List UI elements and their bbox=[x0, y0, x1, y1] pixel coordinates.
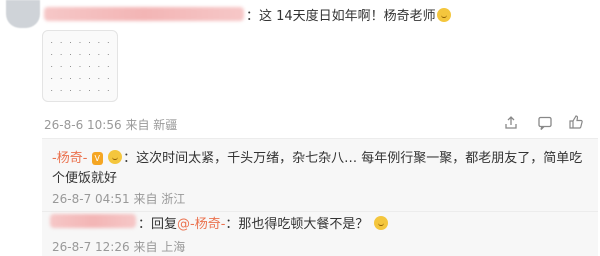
reply-2-line: ：回复@-杨奇-：那也得吃顿大餐不是？ bbox=[138, 213, 389, 232]
sticker-glyph: · bbox=[69, 87, 72, 95]
sticker-glyph: · bbox=[107, 87, 110, 95]
reply-2-meta: 26-8-7 12:26 来自 上海 bbox=[52, 238, 185, 255]
reply-2-author-blurred[interactable] bbox=[50, 214, 136, 228]
sticker-glyph: · bbox=[78, 51, 82, 59]
like-icon[interactable] bbox=[568, 114, 584, 130]
sticker-glyph: · bbox=[88, 39, 91, 47]
sticker-glyph: · bbox=[107, 63, 110, 71]
reply-source: 来自 上海 bbox=[133, 240, 186, 254]
sticker-glyph: · bbox=[78, 39, 82, 47]
comment-text: ：这 14天度日如年啊！杨奇老师 bbox=[246, 5, 452, 24]
reply-author[interactable]: -杨奇- bbox=[52, 151, 87, 166]
sticker-glyph: · bbox=[97, 51, 100, 59]
sticker-glyph: · bbox=[69, 75, 72, 83]
reply-1-line2: 个便饭就好 bbox=[52, 171, 118, 186]
reply-time: 26-8-7 12:26 bbox=[52, 240, 130, 254]
sticker-glyph: · bbox=[88, 87, 91, 95]
reply-list: -杨奇- V ：这次时间太紧，千头万绪，杂七杂八… 每年例行聚一聚，都老朋友了，… bbox=[42, 138, 598, 256]
reply-1-meta: 26-8-7 04:51 来自 浙江 bbox=[52, 190, 185, 207]
comment-icon[interactable] bbox=[537, 115, 553, 131]
sticker-glyph: · bbox=[107, 51, 110, 59]
reply-time: 26-8-7 04:51 bbox=[52, 192, 130, 206]
sticker-glyph: · bbox=[50, 87, 53, 95]
sticker-glyph: · bbox=[60, 63, 63, 71]
avatar[interactable] bbox=[6, 0, 40, 28]
sticker-glyph: · bbox=[60, 51, 63, 59]
sticker-glyph: · bbox=[107, 75, 110, 83]
sticker-glyph: · bbox=[97, 87, 100, 95]
vip-badge: V bbox=[91, 152, 104, 165]
sticker-glyph: · bbox=[60, 87, 63, 95]
sticker-glyph: · bbox=[69, 63, 72, 71]
share-icon[interactable] bbox=[503, 115, 519, 131]
comment-meta: 26-8-6 10:56 来自 新疆 bbox=[44, 116, 177, 133]
commenter-name[interactable] bbox=[44, 7, 244, 21]
sticker-glyph: · bbox=[69, 51, 72, 59]
comment-source: 来自 新疆 bbox=[125, 118, 178, 132]
sticker-glyph: · bbox=[88, 63, 91, 71]
sticker-glyph: · bbox=[97, 75, 100, 83]
sticker-image[interactable]: · · · · · · · · · · · · · · · · · · · · · · · · · · · · · · · · · · · bbox=[42, 30, 118, 102]
sticker-glyph: · bbox=[50, 51, 53, 59]
comment-time: 26-8-6 10:56 bbox=[44, 118, 122, 132]
sticker-glyph: · bbox=[60, 75, 63, 83]
sticker-glyph: · bbox=[97, 63, 100, 71]
reply-source: 来自 浙江 bbox=[133, 192, 186, 206]
sticker-glyph: · bbox=[78, 75, 82, 83]
mention-link[interactable]: @-杨奇- bbox=[177, 217, 225, 232]
sticker-glyph: · bbox=[69, 39, 72, 47]
sticker-glyph: · bbox=[107, 39, 110, 47]
sticker-glyph: · bbox=[78, 63, 82, 71]
sticker-glyph: · bbox=[78, 87, 82, 95]
divider bbox=[42, 211, 598, 212]
sticker-glyph: · bbox=[50, 63, 53, 71]
sticker-glyph: · bbox=[88, 51, 91, 59]
sticker-glyph: · bbox=[50, 75, 53, 83]
crying-emoji-icon bbox=[373, 216, 388, 230]
sticker-glyph: · bbox=[97, 39, 100, 47]
sticker-glyph: · bbox=[88, 75, 91, 83]
divider bbox=[42, 138, 598, 139]
sticker-glyph: · bbox=[60, 39, 63, 47]
smile-emoji-icon bbox=[108, 150, 123, 164]
laughing-emoji-icon bbox=[436, 8, 451, 22]
reply-1-line1: -杨奇- V ：这次时间太紧，千头万绪，杂七杂八… 每年例行聚一聚，都老朋友了，… bbox=[52, 150, 583, 166]
sticker-glyph: · bbox=[50, 39, 53, 47]
